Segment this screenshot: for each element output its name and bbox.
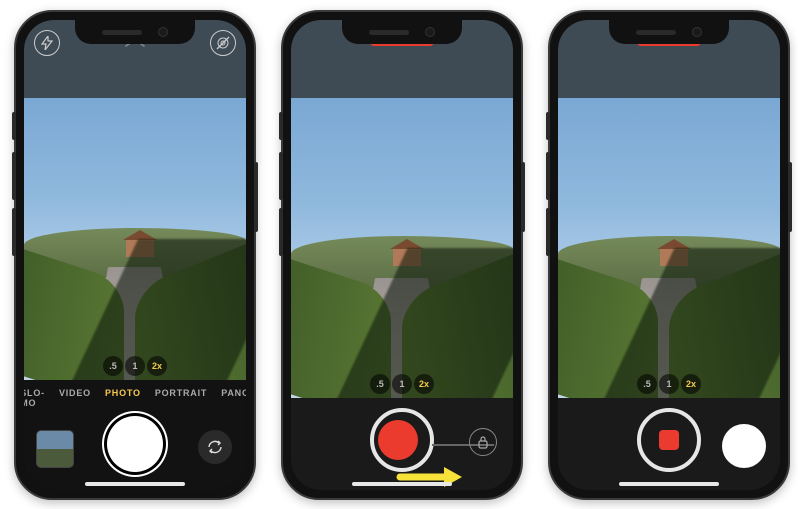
stop-recording-button[interactable]: [637, 408, 701, 472]
capture-still-button[interactable]: [722, 424, 766, 468]
flip-camera-button[interactable]: [198, 430, 232, 464]
power-button: [521, 162, 525, 232]
iphone-frame-3: 00:00:16 .5 1 2x: [548, 10, 790, 500]
quicktake-record-indicator: [378, 420, 418, 460]
volume-up-button: [279, 152, 283, 200]
volume-down-button: [546, 208, 550, 256]
screen: .5 1 2x SLO-MO VIDEO PHOTO PORTRAIT PANO: [24, 20, 246, 490]
zoom-0_5x[interactable]: .5: [370, 374, 390, 394]
home-indicator[interactable]: [85, 482, 185, 486]
camera-bottom-bar: [558, 398, 780, 490]
camera-bottom-bar: [291, 398, 513, 490]
home-indicator[interactable]: [619, 482, 719, 486]
zoom-selector[interactable]: .5 1 2x: [103, 356, 167, 376]
zoom-1x[interactable]: 1: [125, 356, 145, 376]
notch: [75, 20, 195, 44]
zoom-selector[interactable]: .5 1 2x: [637, 374, 701, 394]
iphone-frame-1: .5 1 2x SLO-MO VIDEO PHOTO PORTRAIT PANO: [14, 10, 256, 500]
tutorial-triptych: .5 1 2x SLO-MO VIDEO PHOTO PORTRAIT PANO: [0, 0, 798, 509]
volume-up-button: [12, 152, 16, 200]
mode-photo[interactable]: PHOTO: [105, 388, 141, 408]
notch: [609, 20, 729, 44]
zoom-selector[interactable]: .5 1 2x: [370, 374, 434, 394]
iphone-frame-2: 00:00:06 .5 1 2x: [281, 10, 523, 500]
live-photo-off-icon: [215, 35, 231, 51]
live-photo-toggle[interactable]: [210, 30, 236, 56]
zoom-1x[interactable]: 1: [659, 374, 679, 394]
shutter-button[interactable]: [107, 416, 163, 472]
mute-switch: [12, 112, 16, 140]
home-indicator[interactable]: [352, 482, 452, 486]
zoom-0_5x[interactable]: .5: [637, 374, 657, 394]
zoom-0_5x[interactable]: .5: [103, 356, 123, 376]
lock-icon: [477, 435, 489, 449]
mode-video[interactable]: VIDEO: [59, 388, 91, 408]
notch: [342, 20, 462, 44]
slide-right-arrow-icon: [396, 464, 466, 490]
volume-down-button: [12, 208, 16, 256]
mode-slomo[interactable]: SLO-MO: [24, 388, 45, 408]
screen: 00:00:16 .5 1 2x: [558, 20, 780, 490]
zoom-2x[interactable]: 2x: [414, 374, 434, 394]
flash-toggle[interactable]: [34, 30, 60, 56]
flip-camera-icon: [206, 438, 224, 456]
zoom-2x[interactable]: 2x: [147, 356, 167, 376]
viewfinder[interactable]: .5 1 2x: [558, 98, 780, 398]
quicktake-shutter[interactable]: [370, 408, 434, 472]
mute-switch: [546, 112, 550, 140]
mode-pano[interactable]: PANO: [221, 388, 246, 408]
viewfinder[interactable]: .5 1 2x: [291, 98, 513, 398]
zoom-2x[interactable]: 2x: [681, 374, 701, 394]
volume-down-button: [279, 208, 283, 256]
volume-up-button: [546, 152, 550, 200]
mute-switch: [279, 112, 283, 140]
zoom-1x[interactable]: 1: [392, 374, 412, 394]
screen: 00:00:06 .5 1 2x: [291, 20, 513, 490]
stop-icon: [659, 430, 679, 450]
flash-icon: [41, 36, 53, 50]
lock-recording-target[interactable]: [469, 428, 497, 456]
last-photo-thumbnail[interactable]: [36, 430, 74, 468]
mode-selector[interactable]: SLO-MO VIDEO PHOTO PORTRAIT PANO: [24, 388, 246, 408]
camera-bottom-bar: SLO-MO VIDEO PHOTO PORTRAIT PANO: [24, 380, 246, 490]
viewfinder[interactable]: .5 1 2x: [24, 98, 246, 380]
power-button: [254, 162, 258, 232]
power-button: [788, 162, 792, 232]
mode-portrait[interactable]: PORTRAIT: [155, 388, 207, 408]
